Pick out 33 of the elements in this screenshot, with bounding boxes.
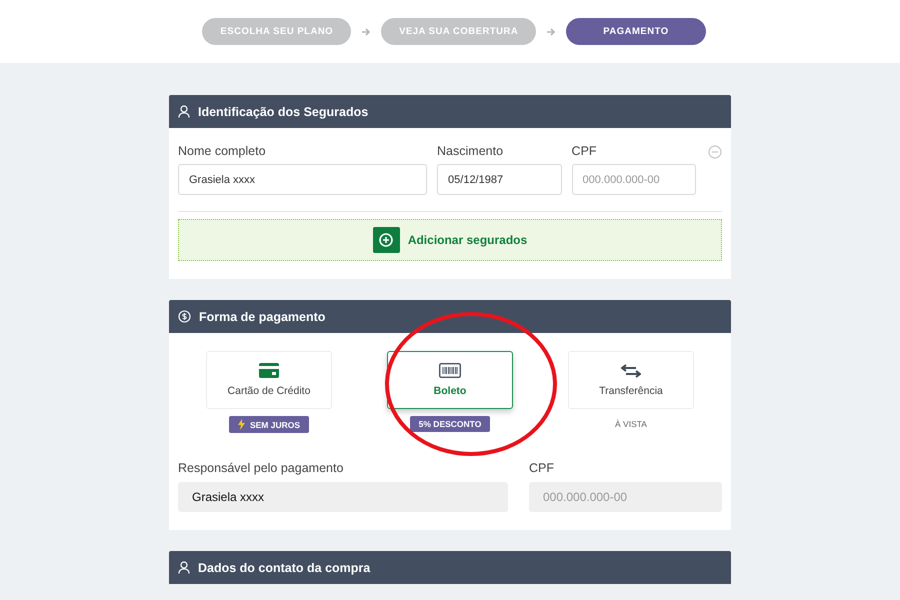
arrow-icon [546,26,556,36]
credit-card-icon [259,363,279,378]
field-label: CPF [572,144,598,158]
remove-icon[interactable] [708,145,722,159]
plus-icon [372,227,400,253]
input-field[interactable]: 000.000.000-00 [529,482,722,512]
input-field[interactable]: Grasiela xxxx [178,164,428,195]
payment-option[interactable]: Cartão de Crédito [206,351,332,409]
person-icon [178,105,190,118]
section-title: Identificação dos Segurados [198,104,368,118]
section-title: Dados do contato da compra [198,560,370,574]
lightning-icon [238,419,245,430]
section-title: Forma de pagamento [199,310,326,324]
input-field[interactable]: 000.000.000-00 [572,164,696,195]
dollar-icon [178,310,191,323]
barcode-icon [439,363,461,378]
field-label: Nascimento [437,144,504,158]
input-field[interactable]: Grasiela xxxx [178,482,508,512]
step-tab[interactable]: PAGAMENTO [566,18,706,45]
add-insured-button[interactable]: Adicionar segurados [178,219,722,261]
note-text: À VISTA [615,418,647,431]
field-label: Nome completo [178,144,267,158]
field-label: Responsável pelo pagamento [178,461,344,475]
input-field[interactable]: 05/12/1987 [437,164,562,195]
person-icon [178,561,190,574]
badge: 5% DESCONTO [410,416,490,432]
button-label: Adicionar segurados [408,233,528,247]
payment-option[interactable]: Transferência [568,351,694,409]
transfer-arrows-icon [621,364,641,378]
field-label: CPF [529,461,555,475]
payment-option[interactable]: Boleto [387,351,513,409]
badge: SEM JUROS [228,416,310,433]
arrow-icon [361,26,372,36]
